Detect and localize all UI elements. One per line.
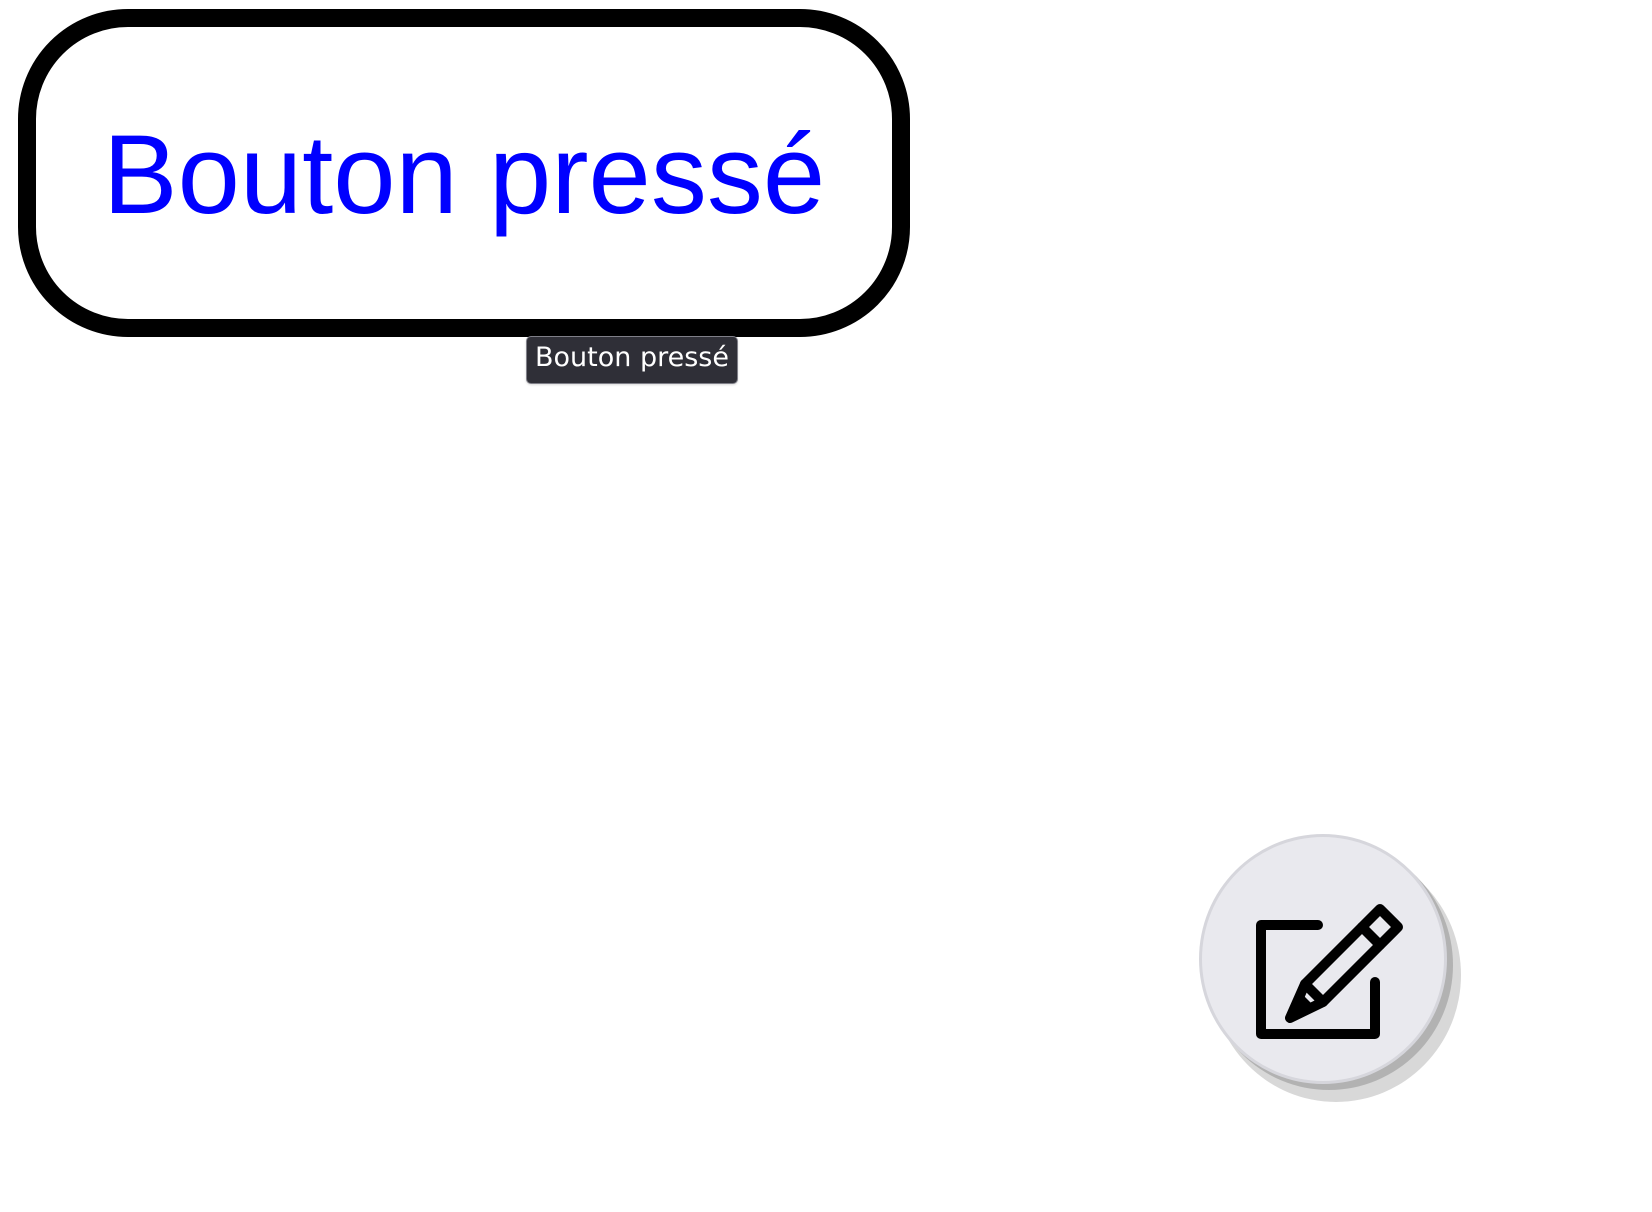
edit-square-icon (1256, 904, 1403, 1039)
main-action-button[interactable]: Bouton pressé (18, 9, 910, 337)
page: Bouton pressé Bouton pressé (0, 0, 1652, 1212)
button-tooltip: Bouton pressé (526, 336, 738, 384)
edit-floating-action-button[interactable] (1199, 834, 1447, 1084)
main-action-button-label: Bouton pressé (102, 112, 826, 237)
